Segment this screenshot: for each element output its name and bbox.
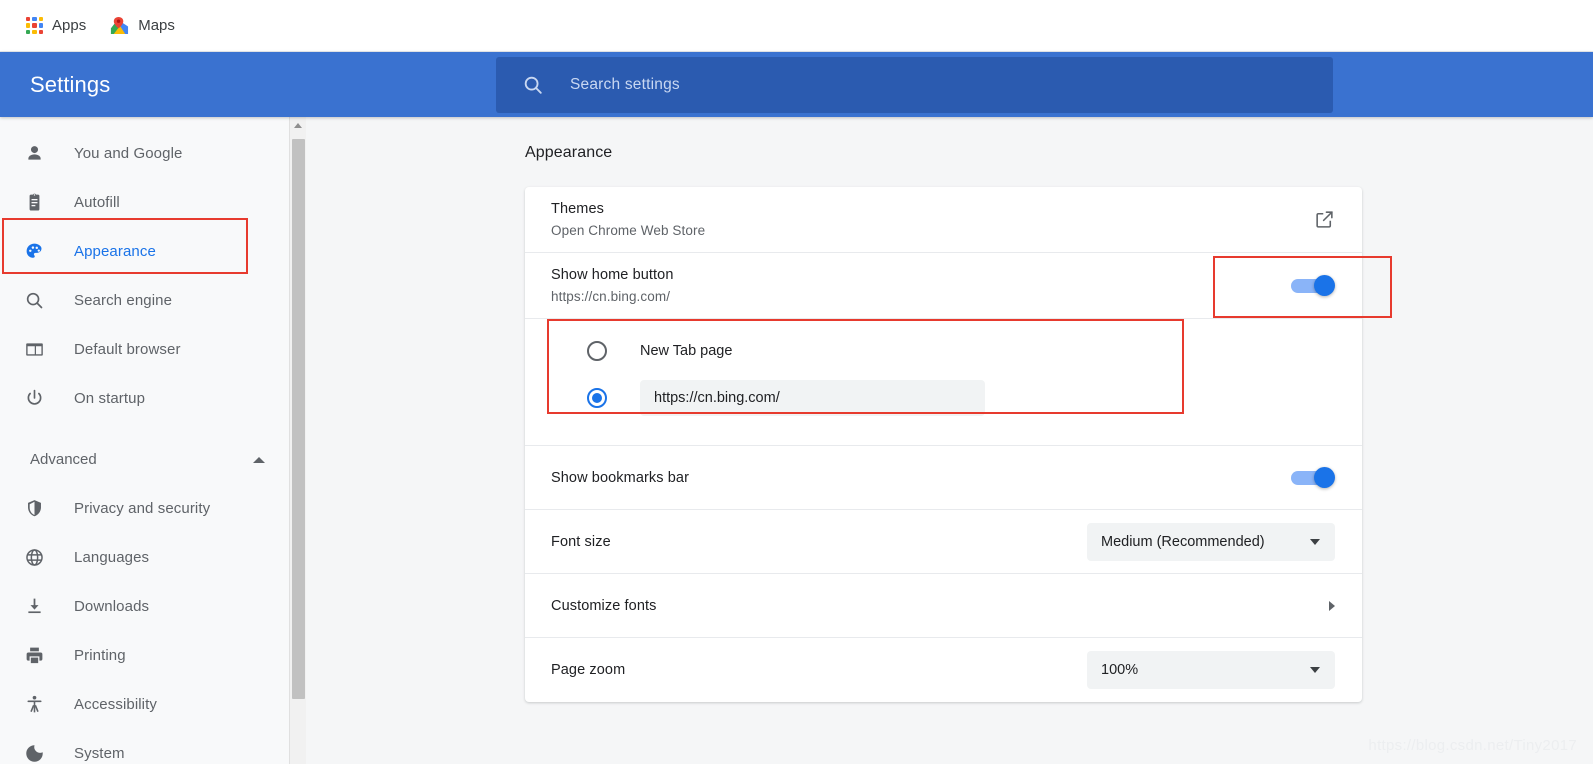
sidebar-label: Search engine [74, 292, 173, 309]
toggle-knob [1314, 466, 1335, 488]
sidebar-label: On startup [74, 390, 146, 407]
show-home-button-title: Show home button [551, 267, 674, 283]
show-home-button-url: https://cn.bing.com/ [551, 289, 671, 304]
font-size-select[interactable]: Medium (Recommended) [1087, 522, 1335, 561]
power-icon [22, 387, 46, 411]
search-icon [522, 74, 544, 96]
page-title: Settings [30, 71, 111, 97]
sidebar: You and Google Autofill Appearance Searc… [0, 117, 289, 764]
row-show-home-button[interactable]: Show home button https://cn.bing.com/ [525, 253, 1392, 319]
show-bookmarks-bar-title: Show bookmarks bar [551, 469, 689, 486]
system-icon [22, 742, 46, 764]
sidebar-item-languages[interactable]: Languages [0, 533, 289, 582]
globe-icon [22, 546, 46, 570]
row-customize-fonts[interactable]: Customize fonts [525, 574, 1362, 638]
person-icon [22, 142, 46, 166]
search-icon [22, 289, 46, 313]
palette-icon [22, 240, 46, 264]
sidebar-item-search-engine[interactable]: Search engine [0, 276, 289, 325]
bookmark-maps-label: Maps [138, 17, 175, 34]
main-content: Appearance Themes Open Chrome Web Store [306, 117, 1593, 764]
shield-icon [22, 497, 46, 521]
sidebar-label: Accessibility [74, 696, 157, 713]
radio-button-unselected[interactable] [587, 340, 607, 361]
sidebar-label: You and Google [74, 145, 183, 162]
themes-subtitle: Open Chrome Web Store [551, 223, 706, 238]
watermark: https://blog.csdn.net/Tiny2017 [1368, 737, 1577, 754]
apps-grid-icon [26, 17, 43, 34]
font-size-value: Medium (Recommended) [1101, 533, 1265, 550]
sidebar-label: System [74, 745, 125, 762]
customize-fonts-title: Customize fonts [551, 597, 657, 614]
scrollbar-thumb[interactable] [292, 139, 305, 699]
sidebar-advanced-toggle[interactable]: Advanced [0, 435, 289, 484]
sidebar-label: Autofill [74, 194, 120, 211]
sidebar-item-downloads[interactable]: Downloads [0, 582, 289, 631]
sidebar-item-autofill[interactable]: Autofill [0, 178, 289, 227]
row-font-size[interactable]: Font size Medium (Recommended) [525, 510, 1362, 574]
bookmarks-bar: Apps Maps [0, 0, 1593, 52]
show-home-button-toggle[interactable] [1291, 274, 1335, 296]
search-settings-box[interactable]: Search settings [496, 56, 1333, 113]
sidebar-scrollbar[interactable] [289, 117, 306, 764]
caret-up-icon [253, 456, 265, 463]
sidebar-item-appearance[interactable]: Appearance [0, 227, 289, 276]
radio-new-tab-page[interactable]: New Tab page [547, 327, 1184, 374]
sidebar-item-system[interactable]: System [0, 729, 289, 764]
row-page-zoom[interactable]: Page zoom 100% [525, 638, 1362, 702]
printer-icon [22, 644, 46, 668]
page-zoom-select[interactable]: 100% [1087, 651, 1335, 689]
chevron-down-icon [1310, 538, 1320, 545]
external-link-icon[interactable] [1314, 209, 1335, 230]
maps-pin-icon [110, 16, 129, 35]
sidebar-item-printing[interactable]: Printing [0, 631, 289, 680]
custom-home-url-input[interactable] [640, 379, 985, 416]
download-icon [22, 595, 46, 619]
search-input[interactable]: Search settings [570, 76, 680, 94]
sidebar-item-default-browser[interactable]: Default browser [0, 325, 289, 374]
row-themes[interactable]: Themes Open Chrome Web Store [525, 187, 1362, 253]
sidebar-item-on-startup[interactable]: On startup [0, 374, 289, 423]
browser-window-icon [22, 338, 46, 362]
sidebar-label: Default browser [74, 341, 181, 358]
chevron-down-icon [1310, 667, 1320, 673]
sidebar-advanced-label: Advanced [30, 451, 97, 468]
scrollbar-up-arrow[interactable] [290, 117, 306, 134]
chevron-right-icon[interactable] [1329, 600, 1335, 611]
appearance-settings-card: Themes Open Chrome Web Store Show home b… [525, 187, 1392, 702]
sidebar-label: Downloads [74, 598, 150, 615]
clipboard-icon [22, 191, 46, 215]
sidebar-label: Printing [74, 647, 126, 664]
page-zoom-title: Page zoom [551, 662, 626, 678]
row-home-page-options: New Tab page [525, 319, 1362, 446]
bookmark-apps-label: Apps [52, 17, 87, 34]
accessibility-icon [22, 693, 46, 717]
sidebar-item-privacy-and-security[interactable]: Privacy and security [0, 484, 289, 533]
row-show-bookmarks-bar[interactable]: Show bookmarks bar [525, 446, 1362, 510]
radio-custom-url[interactable] [547, 374, 1184, 421]
section-title: Appearance [525, 144, 613, 161]
sidebar-label: Languages [74, 549, 150, 566]
bookmark-apps[interactable]: Apps [16, 12, 96, 39]
page-zoom-value: 100% [1101, 662, 1139, 678]
show-bookmarks-bar-toggle[interactable] [1291, 466, 1335, 488]
content-area: You and Google Autofill Appearance Searc… [0, 117, 1593, 764]
sidebar-item-accessibility[interactable]: Accessibility [0, 680, 289, 729]
toggle-knob [1314, 274, 1335, 296]
sidebar-item-you-and-google[interactable]: You and Google [0, 129, 289, 178]
font-size-title: Font size [551, 533, 611, 550]
sidebar-label: Appearance [74, 243, 156, 260]
new-tab-page-label: New Tab page [640, 342, 733, 359]
home-page-radio-group: New Tab page [547, 319, 1184, 435]
settings-header: Settings Search settings [0, 52, 1593, 117]
themes-title: Themes [551, 201, 604, 217]
radio-button-selected[interactable] [587, 387, 607, 408]
bookmark-maps[interactable]: Maps [100, 11, 185, 40]
sidebar-label: Privacy and security [74, 500, 211, 517]
